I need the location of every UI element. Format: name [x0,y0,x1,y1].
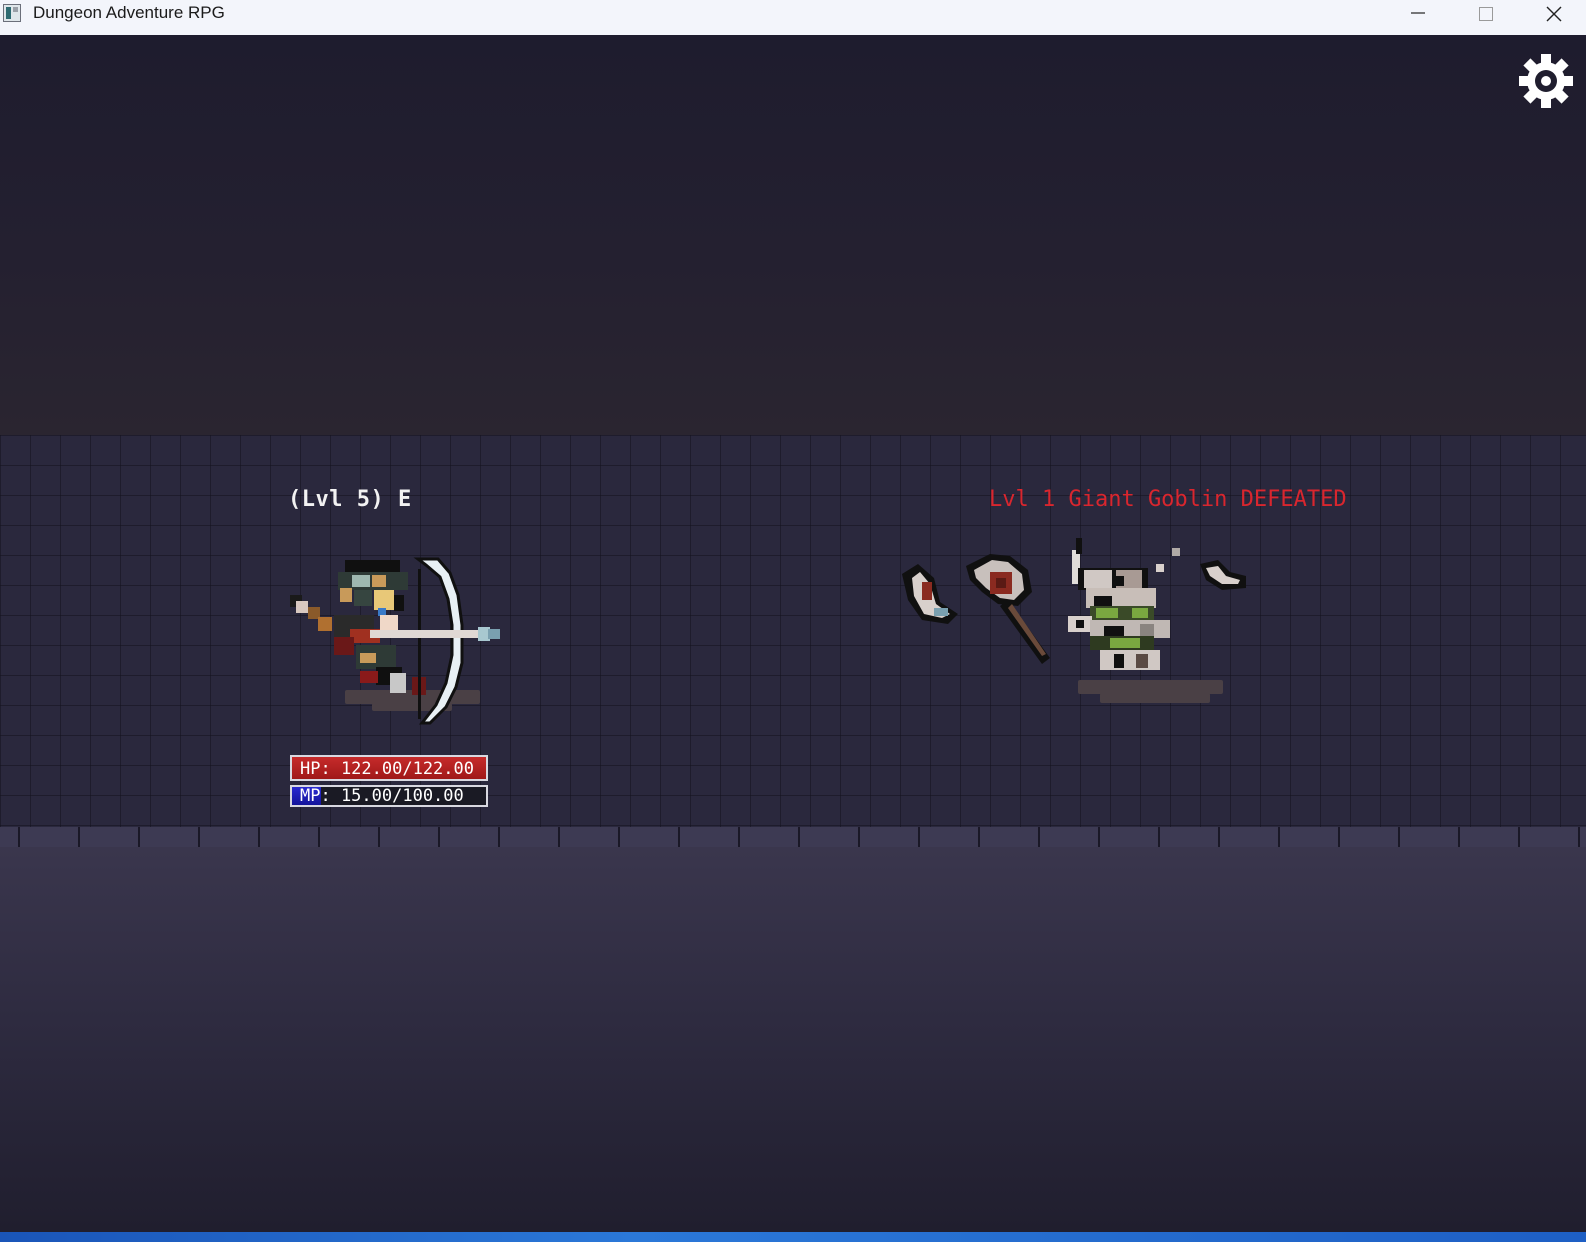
player-mp-bar: MP: 15.00/100.00 [290,785,488,807]
minimize-icon [1411,12,1425,14]
window-title-bar: Dungeon Adventure RPG [0,0,1586,36]
archer-player-sprite[interactable] [290,555,510,725]
floor-edge [0,827,1586,847]
close-icon [1546,6,1562,22]
mp-bar-label: MP: 15.00/100.00 [300,786,464,806]
minimize-button[interactable] [1384,0,1450,34]
settings-button[interactable] [1516,51,1576,111]
enemy-status-label: Lvl 1 Giant Goblin DEFEATED [989,487,1347,512]
maximize-icon [1479,7,1493,21]
app-icon [3,4,21,22]
dungeon-floor [0,847,1586,1232]
close-button[interactable] [1520,0,1586,34]
game-viewport[interactable]: (Lvl 5) E HP: 122.00/122.00 MP: 15.00/10… [0,35,1586,1232]
taskbar-edge [0,1232,1586,1242]
player-hp-bar: HP: 122.00/122.00 [290,755,488,781]
player-level-label: (Lvl 5) E [288,487,412,512]
maximize-button[interactable] [1452,0,1518,34]
dungeon-ceiling [0,35,1586,435]
hp-bar-label: HP: 122.00/122.00 [300,759,474,779]
defeated-goblin-sprite [902,538,1246,670]
dungeon-brick-wall [0,435,1586,827]
gear-icon [1519,54,1573,108]
window-title: Dungeon Adventure RPG [33,3,225,22]
